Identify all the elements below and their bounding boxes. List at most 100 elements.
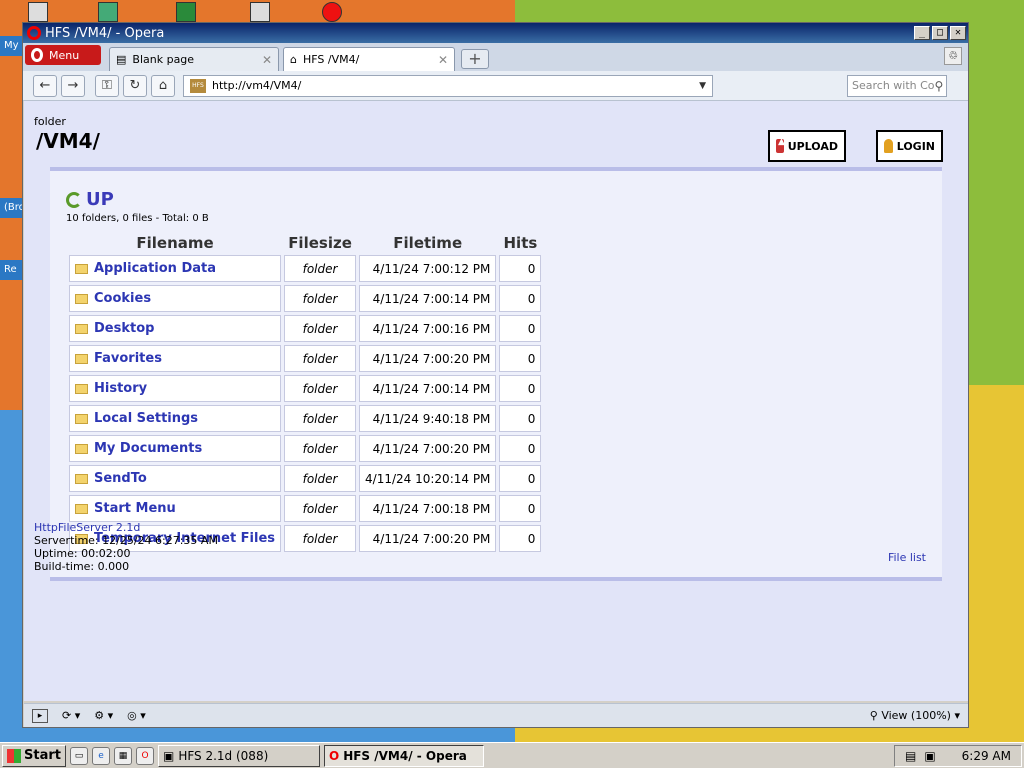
desktop-icon[interactable] — [98, 2, 118, 22]
chevron-down-icon[interactable]: ▼ — [699, 81, 706, 91]
file-name-cell[interactable]: Desktop — [69, 315, 282, 342]
file-name-cell[interactable]: Favorites — [69, 345, 282, 372]
opera-menu-button[interactable]: Menu — [25, 45, 101, 65]
system-tray: ▤ ▣ 6:29 AM — [893, 744, 1022, 767]
opera-window: HFS /VM4/ - Opera _ □ ✕ Menu ▤ Blank pag… — [22, 22, 969, 728]
login-button[interactable]: LOGIN — [876, 130, 943, 162]
clock[interactable]: 6:29 AM — [962, 749, 1011, 763]
column-header-filename[interactable]: Filename — [69, 234, 281, 252]
upload-button[interactable]: UPLOAD — [768, 130, 846, 162]
file-hits-cell: 0 — [499, 495, 542, 522]
panel-toggle-icon[interactable]: ▸ — [32, 708, 48, 723]
taskbar: Start ▭ e ▦ O ▣ HFS 2.1d (088) O HFS /VM… — [0, 742, 1024, 768]
window-title: HFS /VM4/ - Opera — [45, 25, 165, 41]
windows-logo-icon — [7, 748, 21, 763]
file-link[interactable]: My Documents — [94, 441, 202, 456]
taskbar-item-hfs[interactable]: ▣ HFS 2.1d (088) — [157, 744, 320, 767]
address-url: http://vm4/VM4/ — [212, 79, 302, 92]
file-link[interactable]: Start Menu — [94, 501, 176, 516]
file-link[interactable]: Desktop — [94, 321, 154, 336]
login-label: LOGIN — [896, 139, 935, 153]
up-link[interactable]: UP — [66, 189, 114, 210]
file-link[interactable]: Application Data — [94, 261, 216, 276]
search-input[interactable]: Search with Co ⚲ — [847, 74, 947, 97]
file-name-cell[interactable]: Start Menu — [69, 495, 282, 522]
column-header-hits[interactable]: Hits — [499, 234, 541, 252]
column-header-filesize[interactable]: Filesize — [284, 234, 356, 252]
show-desktop-icon[interactable]: ▭ — [69, 746, 88, 765]
key-icon[interactable]: ⚿ — [95, 74, 119, 97]
zoom-icon: ⚲ — [869, 709, 878, 722]
file-time-cell: 4/11/24 9:40:18 PM — [359, 405, 497, 432]
task-label: HFS /VM4/ - Opera — [343, 748, 467, 763]
forward-button[interactable]: → — [61, 74, 85, 97]
folder-icon — [75, 383, 88, 394]
trash-icon[interactable]: ♲ — [944, 47, 962, 65]
maximize-button[interactable]: □ — [932, 26, 948, 40]
excel-desktop-icon[interactable] — [176, 2, 196, 22]
home-button[interactable]: ⌂ — [151, 74, 175, 97]
hfs-app-icon: ▣ — [162, 748, 175, 763]
file-name-cell[interactable]: My Documents — [69, 435, 282, 462]
address-bar[interactable]: HFS http://vm4/VM4/ ▼ — [183, 74, 713, 97]
turbo-icon[interactable]: ◎ ▾ — [127, 709, 146, 722]
file-link[interactable]: Favorites — [94, 351, 162, 366]
back-button[interactable]: ← — [33, 74, 57, 97]
file-size-cell: folder — [284, 495, 357, 522]
folder-icon — [75, 293, 88, 304]
chevron-down-icon: ▾ — [954, 709, 960, 722]
file-link[interactable]: Local Settings — [94, 411, 198, 426]
close-tab-icon[interactable]: ✕ — [438, 53, 448, 67]
table-row: Local Settings folder 4/11/24 9:40:18 PM 0 — [69, 405, 542, 432]
file-name-cell[interactable]: History — [69, 375, 282, 402]
reload-button[interactable]: ↻ — [123, 74, 147, 97]
file-name-cell[interactable]: SendTo — [69, 465, 282, 492]
opera-icon[interactable]: O — [135, 746, 154, 765]
zoom-control[interactable]: ⚲ View (100%) ▾ — [870, 709, 960, 722]
table-row: Favorites folder 4/11/24 7:00:20 PM 0 — [69, 345, 542, 372]
minimize-button[interactable]: _ — [914, 26, 930, 40]
unite-icon[interactable]: ⚙ ▾ — [94, 709, 113, 722]
file-size-cell: folder — [284, 375, 357, 402]
close-tab-icon[interactable]: ✕ — [262, 53, 272, 67]
hfs-version-link[interactable]: HttpFileServer 2.1d — [34, 521, 218, 534]
column-header-filetime[interactable]: Filetime — [359, 234, 496, 252]
table-row: My Documents folder 4/11/24 7:00:20 PM 0 — [69, 435, 542, 462]
file-time-cell: 4/11/24 7:00:14 PM — [359, 375, 497, 402]
file-name-cell[interactable]: Local Settings — [69, 405, 282, 432]
tab-hfs[interactable]: ⌂ HFS /VM4/ ✕ — [283, 47, 455, 71]
quicklaunch-icon[interactable]: ▦ — [113, 746, 132, 765]
desktop-icon-label[interactable]: My — [0, 36, 22, 56]
desktop-icon-label[interactable]: Re — [0, 260, 22, 280]
close-button[interactable]: ✕ — [950, 26, 966, 40]
desktop-icon[interactable] — [28, 2, 48, 22]
file-hits-cell: 0 — [499, 375, 542, 402]
desktop-icon-label[interactable]: (Bro — [0, 198, 22, 218]
tray-network-icon[interactable]: ▤ — [905, 749, 916, 763]
tray-hfs-icon[interactable]: ▣ — [924, 749, 935, 763]
file-link[interactable]: History — [94, 381, 147, 396]
start-button[interactable]: Start — [2, 744, 66, 767]
search-icon[interactable]: ⚲ — [935, 79, 944, 93]
file-link[interactable]: SendTo — [94, 471, 147, 486]
file-name-cell[interactable]: Application Data — [69, 255, 282, 282]
page-icon: ▤ — [116, 53, 127, 66]
new-tab-button[interactable]: + — [461, 49, 489, 69]
file-name-cell[interactable]: Cookies — [69, 285, 282, 312]
start-label: Start — [24, 748, 61, 763]
file-time-cell: 4/11/24 7:00:20 PM — [359, 525, 497, 552]
file-link[interactable]: Cookies — [94, 291, 151, 306]
folder-icon — [75, 473, 88, 484]
internet-explorer-icon[interactable]: e — [91, 746, 110, 765]
tab-blank-page[interactable]: ▤ Blank page ✕ — [109, 47, 279, 71]
table-row: History folder 4/11/24 7:00:14 PM 0 — [69, 375, 542, 402]
sync-icon[interactable]: ⟳ ▾ — [62, 709, 80, 722]
file-list-link[interactable]: File list — [888, 551, 926, 564]
folder-summary: 10 folders, 0 files - Total: 0 B — [66, 213, 209, 224]
desktop-icon[interactable] — [250, 2, 270, 22]
upload-label: UPLOAD — [787, 139, 838, 153]
window-titlebar[interactable]: HFS /VM4/ - Opera _ □ ✕ — [23, 23, 968, 43]
opera-desktop-icon[interactable] — [322, 2, 342, 22]
file-hits-cell: 0 — [499, 435, 542, 462]
taskbar-item-opera[interactable]: O HFS /VM4/ - Opera — [323, 744, 484, 767]
